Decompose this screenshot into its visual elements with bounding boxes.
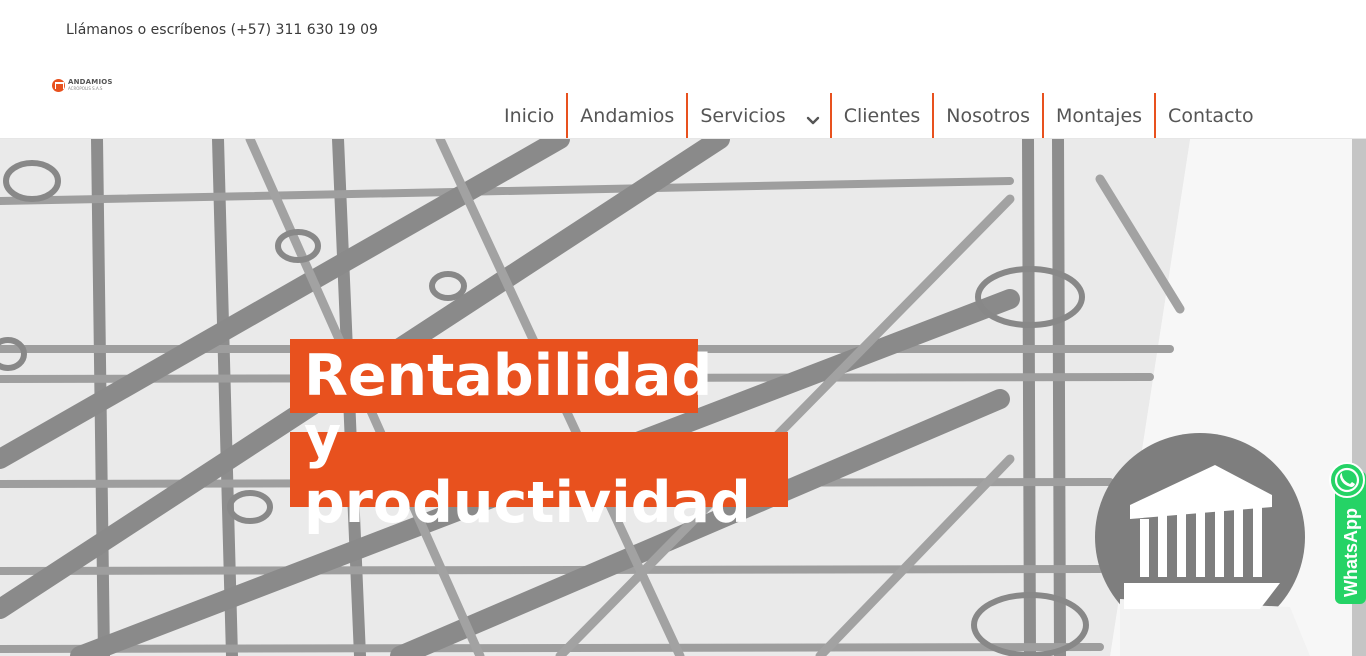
hero-headline-line1: Rentabilidad <box>290 339 712 413</box>
nav-item-label: Andamios <box>580 104 675 127</box>
nav-item-andamios[interactable]: Andamios <box>568 93 689 138</box>
building-icon <box>52 78 65 92</box>
hero-banner: Rentabilidad y productividad <box>0 139 1366 656</box>
nav-item-label: Inicio <box>504 104 555 127</box>
site-logo[interactable]: ANDAMIOS ACRÓPOLIS S.A.S <box>52 76 114 94</box>
nav-item-clientes[interactable]: Clientes <box>832 93 935 138</box>
nav-item-label: Nosotros <box>946 104 1031 127</box>
logo-line1: ANDAMIOS <box>68 78 113 86</box>
main-navigation: Inicio Andamios Servicios Clientes Nosot… <box>492 93 1266 138</box>
whatsapp-button[interactable]: WhatsApp <box>1329 461 1366 604</box>
contact-phone-text[interactable]: Llámanos o escríbenos (+57) 311 630 19 0… <box>66 22 378 38</box>
hero-headline-line2: y productividad <box>290 404 788 536</box>
whatsapp-icon <box>1329 462 1365 498</box>
top-bar: Llámanos o escríbenos (+57) 311 630 19 0… <box>0 0 1366 66</box>
nav-item-label: Servicios <box>700 104 786 127</box>
nav-item-montajes[interactable]: Montajes <box>1044 93 1157 138</box>
whatsapp-label: WhatsApp <box>1341 508 1361 597</box>
logo-line2: ACRÓPOLIS S.A.S <box>68 86 103 91</box>
nav-item-contacto[interactable]: Contacto <box>1156 93 1266 138</box>
nav-item-inicio[interactable]: Inicio <box>492 93 569 138</box>
chevron-down-icon[interactable] <box>806 110 819 124</box>
nav-item-label: Clientes <box>843 104 921 127</box>
nav-item-servicios[interactable]: Servicios <box>688 93 832 138</box>
nav-item-label: Montajes <box>1056 104 1143 127</box>
nav-item-nosotros[interactable]: Nosotros <box>934 93 1045 138</box>
nav-item-label: Contacto <box>1168 104 1254 127</box>
